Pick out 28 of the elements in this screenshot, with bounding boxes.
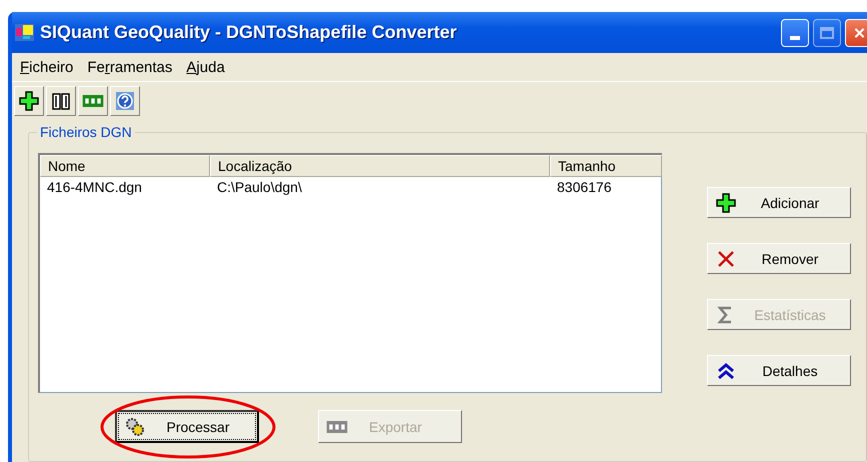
gears-icon	[125, 416, 145, 436]
table-cell-text: 416-4MNC.dgn	[46, 179, 143, 195]
remove-button[interactable]: Remover	[707, 243, 851, 274]
help-icon	[115, 91, 135, 111]
group-title: Ficheiros DGN	[37, 124, 135, 140]
menu-item[interactable]: Ajuda	[186, 58, 225, 76]
details-button[interactable]: Detalhes	[707, 355, 851, 386]
table-cell-text: C:\Paulo\dgn\	[216, 179, 303, 195]
toolbar-button[interactable]	[110, 86, 140, 116]
double-chevron-icon	[716, 360, 736, 380]
menu-item[interactable]: Ficheiro	[20, 58, 74, 76]
window-title: SIQuant GeoQuality - DGNToShapefile Converter	[40, 22, 458, 43]
menu-item[interactable]: Ferramentas	[87, 58, 172, 76]
toolbar-button[interactable]	[46, 86, 76, 116]
file-list[interactable]: Nome Localização Tamanho 416-4MNC.dgn C:\Paulo\dgn\ 8306176	[38, 153, 662, 393]
process-button[interactable]: Processar	[115, 410, 259, 443]
column-header[interactable]: Localização	[210, 155, 550, 177]
table-cell-text: 8306176	[556, 179, 613, 195]
close-button[interactable]	[845, 18, 867, 46]
app-icon	[15, 24, 34, 41]
column-header[interactable]: Nome	[40, 155, 210, 177]
cross-icon	[716, 248, 736, 268]
add-button[interactable]: Adicionar	[707, 187, 851, 218]
toolbar-button[interactable]	[14, 86, 44, 116]
plus-icon	[716, 192, 736, 212]
plus-icon	[19, 91, 39, 111]
minimize-button[interactable]	[781, 18, 809, 46]
column-header[interactable]: Tamanho	[550, 155, 662, 177]
